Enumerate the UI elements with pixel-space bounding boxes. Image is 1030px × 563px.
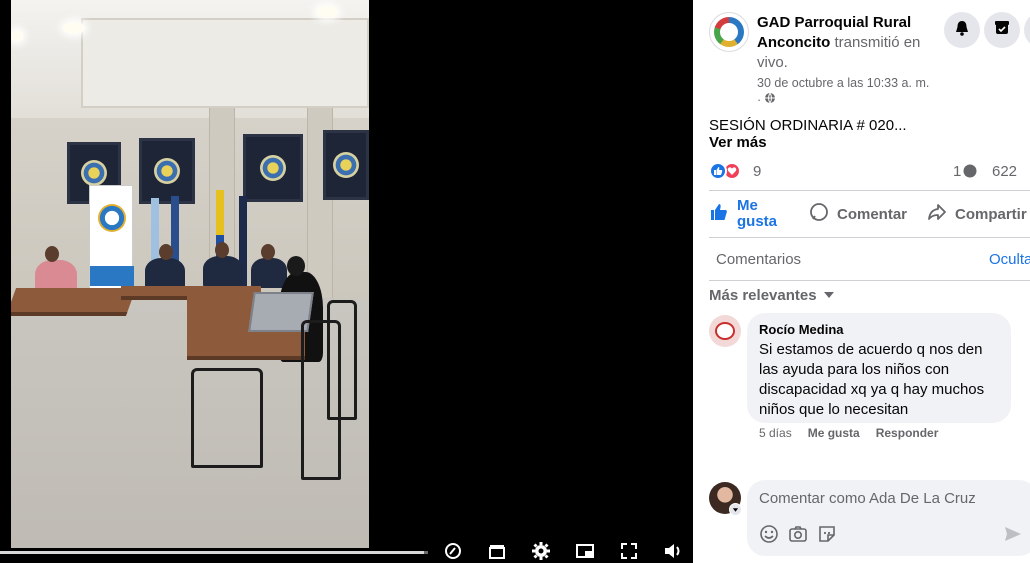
live-chat-icon[interactable] — [440, 538, 466, 563]
comment-time[interactable]: 5 días — [759, 426, 792, 440]
settings-gear-icon[interactable] — [528, 538, 554, 563]
page-avatar[interactable] — [709, 12, 749, 52]
video-scene-ceiling-inset — [81, 18, 369, 108]
video-scene-head — [261, 244, 275, 260]
comment-count[interactable]: 1 — [953, 163, 961, 180]
reaction-count[interactable]: 9 — [753, 163, 761, 180]
share-arrow-icon — [927, 202, 955, 226]
fullscreen-icon[interactable] — [616, 538, 642, 563]
post-actions: Me gusta Comentar Compartir — [693, 192, 1030, 236]
share-button-label: Compartir — [955, 205, 1027, 223]
video-controls — [440, 538, 704, 563]
comment-actions: 5 días Me gusta Responder — [759, 426, 954, 440]
comment-icon — [809, 202, 837, 226]
like-button[interactable]: Me gusta — [709, 192, 781, 236]
comments-tab[interactable]: Comentarios — [716, 251, 801, 268]
video-scene-wall-frame — [139, 138, 195, 204]
caret-down-icon — [817, 287, 835, 304]
save-box-icon — [993, 19, 1011, 42]
sticker-icon[interactable] — [817, 524, 837, 544]
video-scene-wall-frame — [323, 130, 369, 200]
comment-bubble: Rocío Medina Si estamos de acuerdo q nos… — [747, 313, 1011, 423]
share-button[interactable]: Compartir — [927, 192, 1027, 236]
clapperboard-icon[interactable] — [484, 538, 510, 563]
notification-bell-button[interactable] — [944, 12, 980, 48]
more-options-button[interactable] — [1024, 12, 1030, 48]
like-button-label: Me gusta — [737, 197, 778, 230]
divider — [709, 280, 1030, 281]
post-side-panel: GAD Parroquial Rural Anconcito transmiti… — [693, 0, 1030, 563]
account-switch-chevron-icon[interactable] — [729, 503, 742, 516]
divider — [709, 190, 1030, 191]
volume-icon[interactable] — [660, 538, 686, 563]
comment-button[interactable]: Comentar — [809, 192, 907, 236]
post-header: GAD Parroquial Rural Anconcito transmiti… — [693, 0, 1030, 112]
video-scene-chair — [327, 300, 357, 420]
video-scene-head — [287, 256, 305, 276]
emoji-icon[interactable] — [759, 524, 779, 544]
saved-button[interactable] — [984, 12, 1020, 48]
video-scene-light — [63, 22, 85, 34]
like-reaction-icon[interactable] — [709, 162, 727, 180]
video-scene-head — [215, 242, 229, 258]
video-progress-fill — [0, 551, 424, 554]
bell-icon — [953, 19, 971, 42]
video-scene-person — [203, 256, 243, 288]
meta-separator: · — [757, 93, 762, 107]
comment-sort-label: Más relevantes — [709, 287, 817, 304]
comment-bubble-icon — [962, 163, 978, 179]
video-scene-head — [45, 246, 59, 262]
send-icon[interactable] — [1003, 524, 1023, 544]
commenter-name[interactable]: Rocío Medina — [759, 321, 999, 338]
comment-reply-link[interactable]: Responder — [876, 426, 939, 440]
comment-composer[interactable]: Comentar como Ada De La Cruz — [747, 480, 1030, 556]
video-player[interactable] — [0, 0, 693, 563]
thumbs-up-icon — [709, 202, 737, 226]
video-scene-table — [11, 288, 137, 316]
video-frame[interactable] — [11, 0, 369, 548]
video-scene-person — [251, 258, 287, 288]
video-scene-banner — [89, 185, 134, 295]
video-scene-chair — [191, 368, 263, 468]
video-scene-wall-frame — [243, 134, 303, 202]
comment-input[interactable]: Comentar como Ada De La Cruz — [759, 490, 976, 507]
video-progress-bar[interactable] — [0, 551, 428, 554]
comment-sort-dropdown[interactable]: Más relevantes — [709, 287, 835, 304]
see-more-link[interactable]: Ver más — [709, 134, 767, 151]
reactions-bar: 9 1 622 — [709, 160, 1030, 182]
post-text: SESIÓN ORDINARIA # 020... — [709, 117, 907, 134]
camera-icon[interactable] — [788, 524, 808, 544]
hide-comments-link[interactable]: Ocultar — [989, 251, 1030, 268]
post-timestamp[interactable]: 30 de octubre a las 10:33 a. m. — [757, 75, 957, 92]
composer-tools — [759, 524, 846, 544]
comment-like-link[interactable]: Me gusta — [808, 426, 860, 440]
divider — [709, 237, 1030, 238]
avatar[interactable] — [709, 315, 741, 347]
comment-text: Si estamos de acuerdo q nos den las ayud… — [759, 341, 985, 418]
video-scene-light — [11, 30, 23, 42]
post-author-line: GAD Parroquial Rural Anconcito transmiti… — [757, 13, 937, 73]
video-scene-head — [159, 244, 173, 260]
globe-icon[interactable] — [764, 92, 776, 109]
share-count[interactable]: 622 — [992, 163, 1017, 180]
picture-in-picture-icon[interactable] — [572, 538, 598, 563]
comment-button-label: Comentar — [837, 205, 908, 223]
video-scene-light — [316, 6, 338, 18]
post-meta: 30 de octubre a las 10:33 a. m. · — [757, 75, 957, 109]
